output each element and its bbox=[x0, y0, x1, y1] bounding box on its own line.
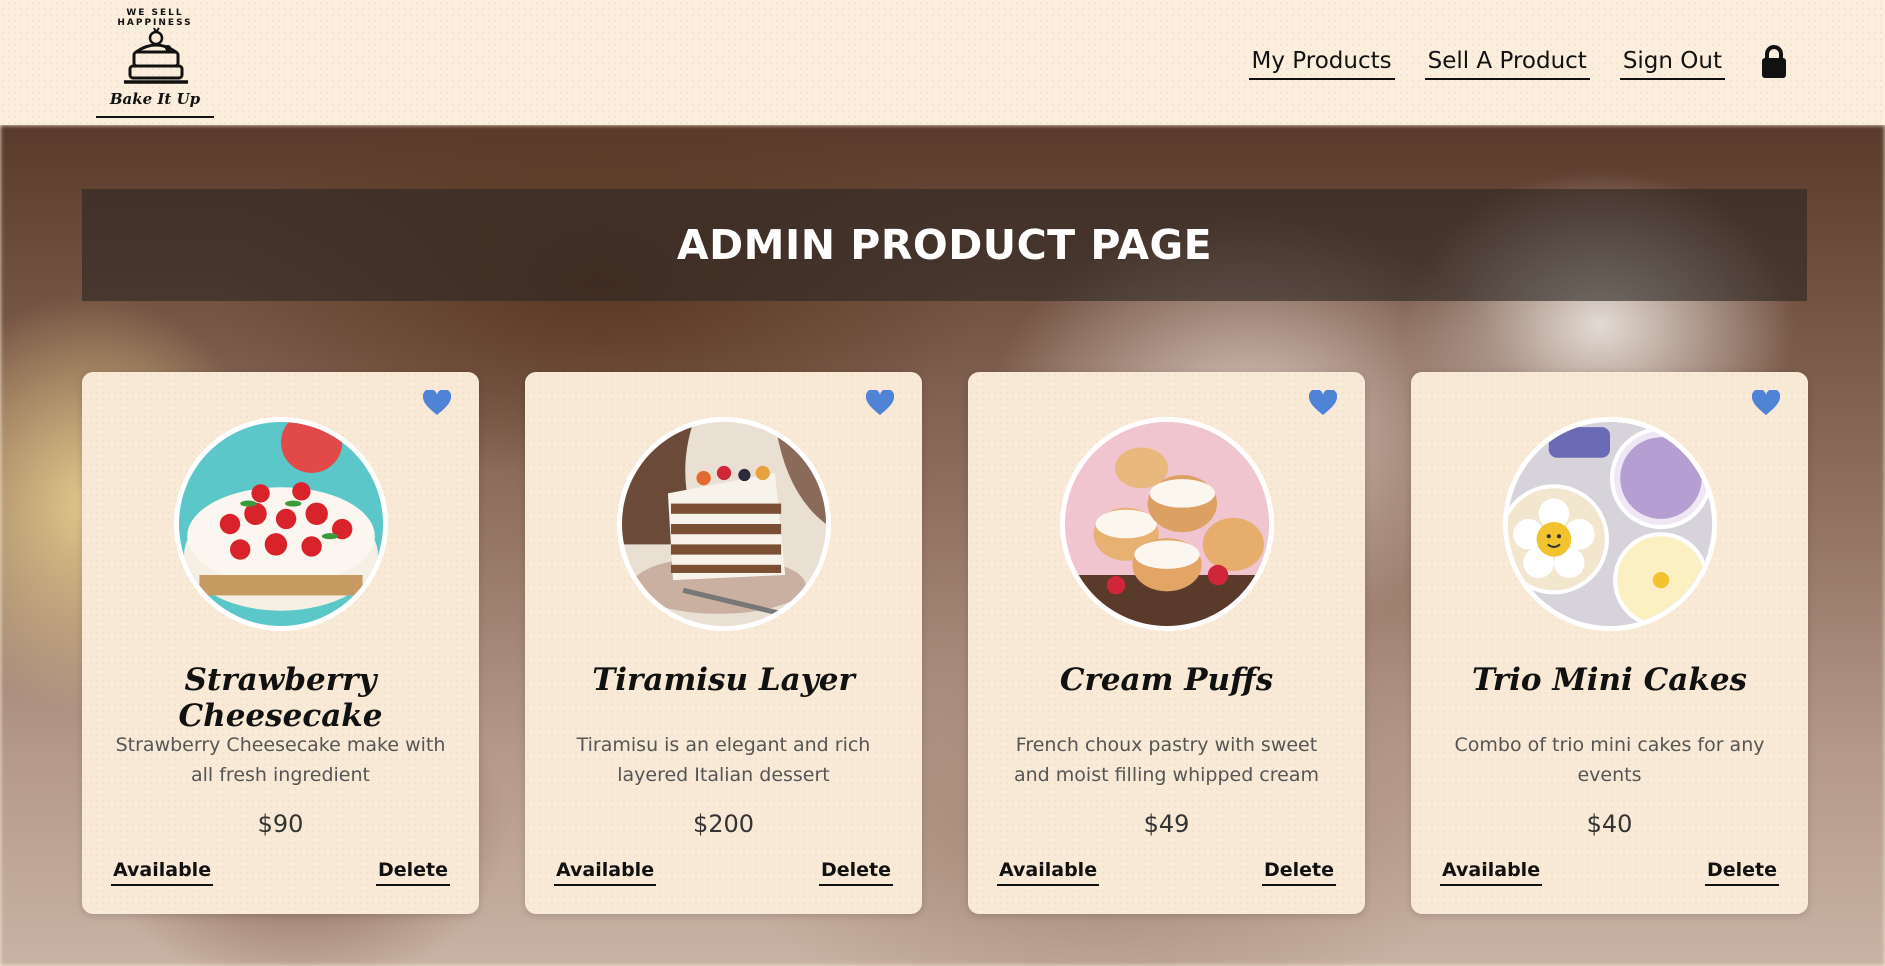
logo-brand-name: Bake It Up bbox=[109, 90, 201, 108]
product-card: Tiramisu Layer Tiramisu is an elegant an… bbox=[525, 372, 922, 914]
lock-icon[interactable] bbox=[1759, 43, 1789, 79]
top-nav: My Products Sell A Product Sign Out bbox=[1219, 0, 1885, 125]
site-header: WE SELL HAPPINESS Bake It Up My Products… bbox=[0, 0, 1885, 125]
heart-icon[interactable] bbox=[866, 390, 894, 416]
nav-sell-a-product[interactable]: Sell A Product bbox=[1424, 46, 1590, 80]
delete-button[interactable]: Delete bbox=[818, 858, 893, 886]
availability-toggle[interactable]: Available bbox=[554, 858, 657, 886]
delete-button[interactable]: Delete bbox=[1704, 858, 1779, 886]
cake-icon bbox=[124, 27, 188, 84]
availability-toggle[interactable]: Available bbox=[111, 858, 214, 886]
product-description: Combo of trio mini cakes for any events bbox=[1454, 734, 1765, 786]
product-name: Strawberry Cheesecake bbox=[178, 662, 383, 734]
heart-icon[interactable] bbox=[423, 390, 451, 416]
product-name: Tiramisu Layer bbox=[592, 662, 855, 698]
nav-sign-out[interactable]: Sign Out bbox=[1619, 46, 1725, 80]
product-description: French choux pastry with sweet and moist… bbox=[1014, 734, 1319, 786]
product-card: Trio Mini Cakes Combo of trio mini cakes… bbox=[1411, 372, 1808, 914]
product-description: Tiramisu is an elegant and rich layered … bbox=[576, 734, 871, 786]
product-description: Strawberry Cheesecake make with all fres… bbox=[115, 734, 446, 786]
product-price: $49 bbox=[1143, 810, 1190, 838]
page-title-banner: ADMIN PRODUCT PAGE bbox=[82, 189, 1807, 301]
delete-button[interactable]: Delete bbox=[375, 858, 450, 886]
product-name: Cream Puffs bbox=[1059, 662, 1274, 698]
product-image bbox=[617, 417, 831, 631]
product-image bbox=[174, 417, 388, 631]
product-name: Trio Mini Cakes bbox=[1471, 662, 1747, 698]
product-price: $90 bbox=[257, 810, 304, 838]
product-image bbox=[1060, 417, 1274, 631]
delete-button[interactable]: Delete bbox=[1261, 858, 1336, 886]
availability-toggle[interactable]: Available bbox=[997, 858, 1100, 886]
product-image bbox=[1503, 417, 1717, 631]
product-card: Strawberry Cheesecake Strawberry Cheesec… bbox=[82, 372, 479, 914]
product-price: $200 bbox=[692, 810, 755, 838]
brand-logo[interactable]: WE SELL HAPPINESS Bake It Up bbox=[96, 6, 214, 118]
nav-my-products[interactable]: My Products bbox=[1248, 46, 1395, 80]
heart-icon[interactable] bbox=[1309, 390, 1337, 416]
page-title: ADMIN PRODUCT PAGE bbox=[676, 221, 1213, 269]
heart-icon[interactable] bbox=[1752, 390, 1780, 416]
availability-toggle[interactable]: Available bbox=[1440, 858, 1543, 886]
product-price: $40 bbox=[1586, 810, 1633, 838]
product-card: Cream Puffs French choux pastry with swe… bbox=[968, 372, 1365, 914]
